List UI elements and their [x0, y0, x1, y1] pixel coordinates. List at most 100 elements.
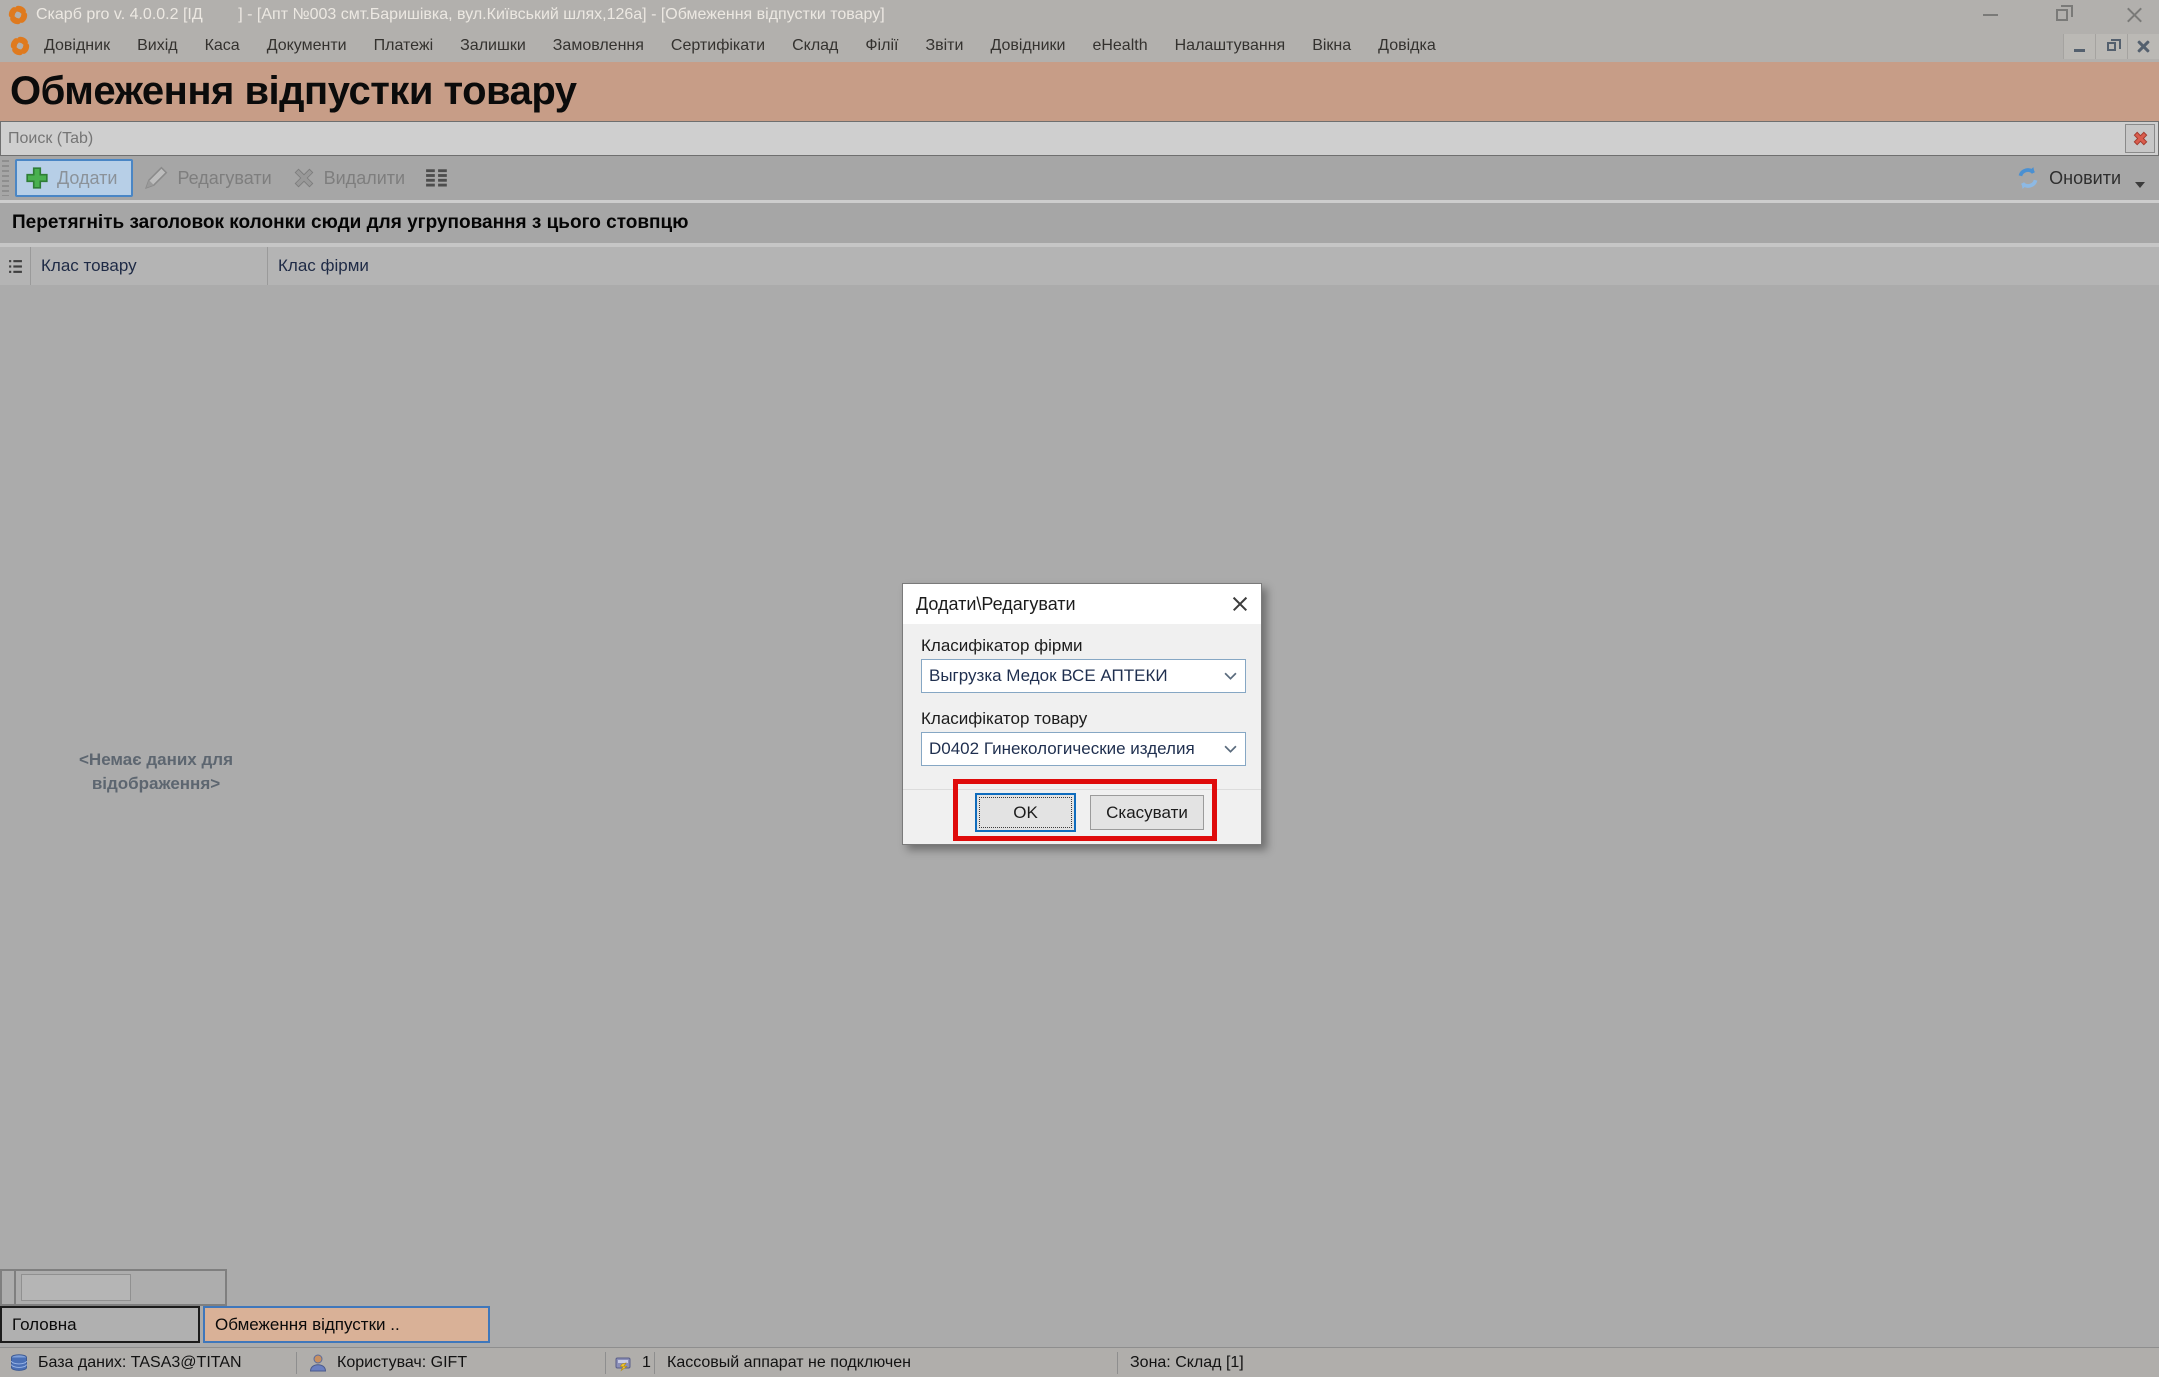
product-classifier-select[interactable]: D0402 Гинекологические изделия	[921, 732, 1246, 766]
statusbar: База даних: TASA3@TITAN Користувач: GIFT…	[0, 1347, 2159, 1377]
delete-button[interactable]: Видалити	[282, 159, 415, 197]
no-data-line1: <Немає даних для	[38, 748, 274, 772]
firm-classifier-label: Класифікатор фірми	[921, 636, 1083, 656]
status-database-text: База даних: TASA3@TITAN	[38, 1354, 242, 1372]
red-x-icon	[2131, 129, 2150, 148]
row-indicator-cell	[0, 247, 31, 285]
menu-platezhi[interactable]: Платежі	[374, 37, 434, 55]
minimize-icon	[1983, 14, 1998, 16]
dialog-titlebar: Додати\Редагувати	[903, 584, 1261, 624]
menu-sklad[interactable]: Склад	[792, 37, 838, 55]
status-cash-count: 1	[606, 1348, 654, 1377]
chevron-down-icon	[1215, 745, 1245, 753]
plus-icon	[25, 166, 49, 190]
app-logo-icon	[10, 36, 30, 56]
menu-filii[interactable]: Філії	[865, 37, 898, 55]
status-cash-message: Кассовый аппарат не подключен	[655, 1348, 1117, 1377]
app-logo-icon	[8, 5, 28, 25]
mdi-minimize-button[interactable]	[2063, 34, 2095, 59]
menu-dovidnyk[interactable]: Довідник	[44, 37, 110, 55]
window-close-button[interactable]	[2121, 2, 2147, 28]
mdi-window-controls	[2063, 34, 2159, 59]
add-edit-dialog: Додати\Редагувати Класифікатор фірми Выг…	[902, 583, 1262, 845]
toolbar: Додати Редагувати Видалити	[0, 156, 2159, 200]
ok-button[interactable]: OK	[975, 793, 1076, 832]
status-user-text: Користувач: GIFT	[337, 1354, 467, 1372]
columns-icon	[425, 168, 449, 188]
cash-register-icon	[613, 1353, 633, 1373]
menu-dovidka[interactable]: Довідка	[1378, 37, 1436, 55]
mdi-restore-button[interactable]	[2095, 34, 2127, 59]
tab-obmezhennya-vidpustky[interactable]: Обмеження відпустки ..	[203, 1306, 490, 1343]
status-database: База даних: TASA3@TITAN	[0, 1348, 296, 1377]
menu-vyhid[interactable]: Вихід	[137, 37, 178, 55]
refresh-icon	[2015, 165, 2041, 191]
window-minimize-button[interactable]	[1977, 2, 2003, 28]
menu-zalyshky[interactable]: Залишки	[460, 37, 526, 55]
add-button-label: Додати	[57, 168, 117, 189]
firm-classifier-value: Выгрузка Медок ВСЕ АПТЕКИ	[922, 666, 1215, 686]
titlebar: Скарб pro v. 4.0.0.2 [ІД ] - [Апт №003 с…	[0, 0, 2159, 30]
status-user: Користувач: GIFT	[297, 1348, 605, 1377]
scrollbar-thumb[interactable]	[21, 1274, 131, 1301]
status-zone: Зона: Склад [1]	[1118, 1348, 1244, 1377]
search-input[interactable]	[1, 122, 2125, 155]
status-cash-message-text: Кассовый аппарат не подключен	[667, 1354, 911, 1372]
cancel-button[interactable]: Скасувати	[1090, 795, 1204, 830]
add-button[interactable]: Додати	[15, 159, 133, 197]
column-header-klas-tovaru[interactable]: Клас товару	[31, 247, 268, 285]
menu-nalashtuvannya[interactable]: Налаштування	[1175, 37, 1286, 55]
menubar: Довідник Вихід Каса Документи Платежі За…	[0, 30, 2159, 62]
row-indicator-icon	[8, 259, 23, 274]
no-data-line2: відображення>	[38, 772, 274, 796]
minimize-icon	[2074, 49, 2085, 52]
columns-button[interactable]	[415, 159, 459, 197]
menu-zamovlennya[interactable]: Замовлення	[553, 37, 644, 55]
delete-button-label: Видалити	[324, 168, 405, 189]
edit-button-label: Редагувати	[177, 168, 271, 189]
mdi-close-button[interactable]	[2127, 34, 2159, 59]
clear-search-button[interactable]	[2125, 124, 2155, 153]
menu-ehealth[interactable]: eHealth	[1092, 37, 1147, 55]
dialog-close-button[interactable]	[1229, 593, 1251, 615]
horizontal-scrollbar[interactable]	[0, 1269, 227, 1306]
close-icon	[2137, 40, 2150, 53]
pencil-icon	[143, 165, 169, 191]
menu-zvity[interactable]: Звіти	[925, 37, 963, 55]
application-window: Скарб pro v. 4.0.0.2 [ІД ] - [Апт №003 с…	[0, 0, 2159, 1377]
refresh-button[interactable]: Оновити	[2015, 156, 2145, 200]
chevron-down-icon	[1215, 672, 1245, 680]
menu-vikna[interactable]: Вікна	[1312, 37, 1351, 55]
no-data-message: <Немає даних для відображення>	[38, 748, 274, 796]
menu-sertyfikaty[interactable]: Сертифікати	[671, 37, 765, 55]
user-icon	[308, 1353, 328, 1373]
status-zone-text: Зона: Склад [1]	[1130, 1354, 1244, 1372]
dialog-title: Додати\Редагувати	[903, 594, 1076, 615]
database-icon	[9, 1353, 29, 1373]
group-by-hint: Перетягніть заголовок колонки сюди для у…	[0, 212, 688, 234]
restore-icon	[2107, 42, 2116, 51]
page-title: Обмеження відпустки товару	[0, 62, 2159, 114]
tab-holovna[interactable]: Головна	[0, 1306, 200, 1343]
menu-dokumenty[interactable]: Документи	[267, 37, 347, 55]
divider	[903, 789, 1261, 790]
close-icon	[2127, 8, 2142, 23]
column-header-klas-firmy[interactable]: Клас фірми	[268, 247, 428, 285]
search-row	[0, 121, 2159, 156]
toolbar-grip	[2, 160, 9, 196]
close-icon	[1232, 596, 1248, 612]
scrollbar-left-cell[interactable]	[2, 1271, 16, 1304]
window-restore-button[interactable]	[2049, 2, 2075, 28]
delete-x-icon	[292, 166, 316, 190]
restore-icon	[2056, 9, 2068, 21]
refresh-button-label: Оновити	[2049, 168, 2121, 189]
menu-kasa[interactable]: Каса	[205, 37, 240, 55]
page-title-band: Обмеження відпустки товару	[0, 62, 2159, 121]
chevron-down-icon	[2135, 182, 2145, 188]
product-classifier-label: Класифікатор товару	[921, 709, 1087, 729]
firm-classifier-select[interactable]: Выгрузка Медок ВСЕ АПТЕКИ	[921, 659, 1246, 693]
grid-header-row: Клас товару Клас фірми	[0, 247, 2159, 285]
product-classifier-value: D0402 Гинекологические изделия	[922, 739, 1215, 759]
menu-dovidnyky[interactable]: Довідники	[990, 37, 1065, 55]
edit-button[interactable]: Редагувати	[133, 159, 281, 197]
